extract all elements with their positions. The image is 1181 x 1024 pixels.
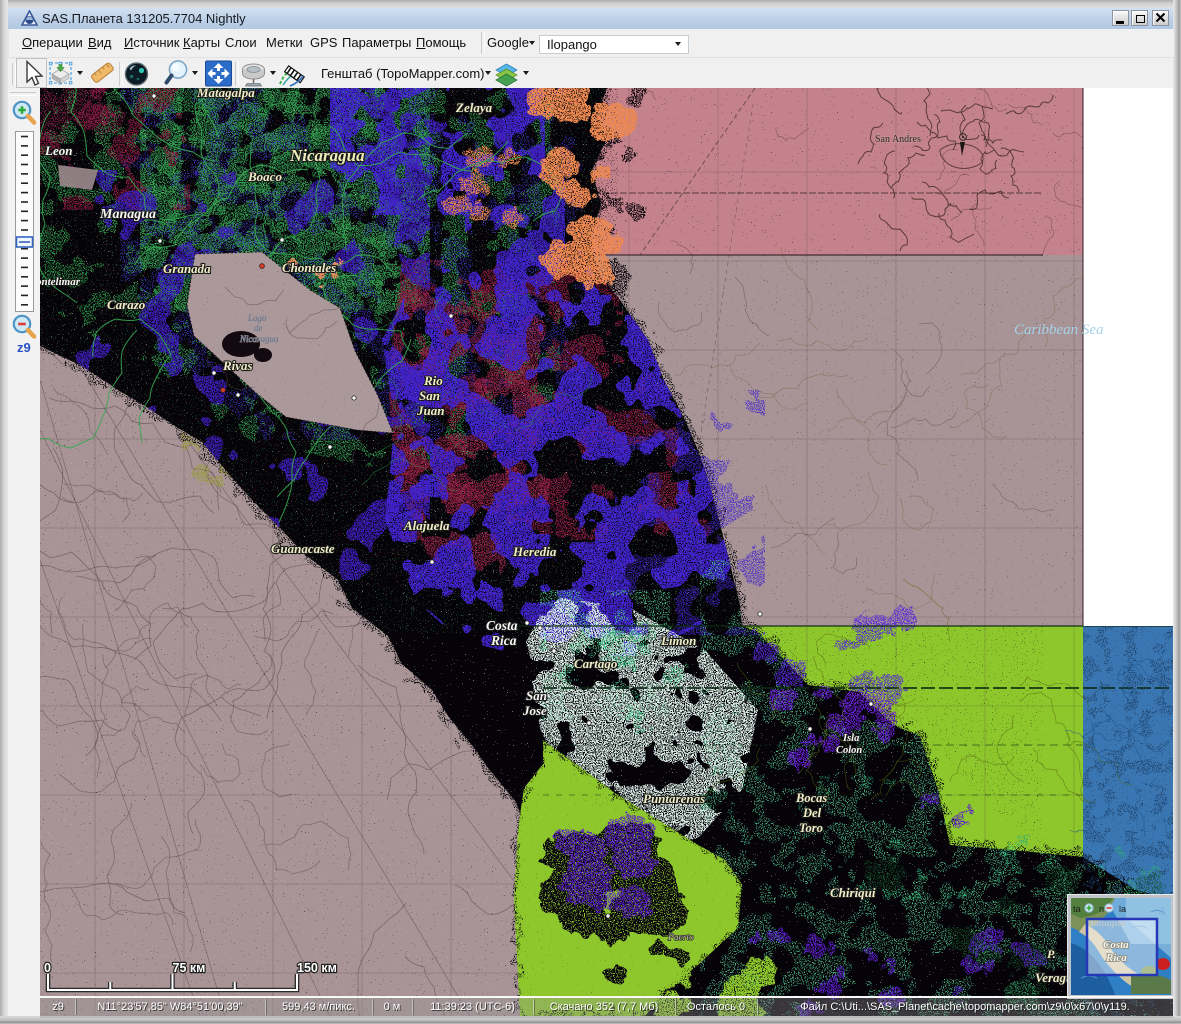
svg-text:Costa: Costa	[1103, 939, 1129, 951]
svg-text:Managua: Managua	[99, 207, 156, 222]
svg-text:150 км: 150 км	[297, 961, 337, 975]
svg-text:Rivas: Rivas	[222, 358, 253, 373]
svg-text:0: 0	[44, 961, 51, 975]
svg-text:3: 3	[1158, 905, 1165, 917]
svg-text:Rica: Rica	[1105, 952, 1127, 964]
svg-text:P.: P.	[1047, 947, 1056, 961]
svg-text:Juan: Juan	[416, 403, 444, 418]
svg-text:Nicaragua: Nicaragua	[289, 146, 365, 165]
svg-text:75 км: 75 км	[173, 961, 206, 975]
svg-text:Matagalpa: Matagalpa	[196, 88, 255, 100]
svg-text:Colon: Colon	[836, 745, 862, 756]
svg-text:Caribbean Sea: Caribbean Sea	[1014, 322, 1104, 338]
svg-text:San Andres: San Andres	[875, 134, 921, 145]
svg-text:de: de	[254, 323, 263, 333]
svg-text:Isla: Isla	[842, 733, 859, 744]
svg-text:Jose: Jose	[522, 703, 547, 718]
svg-text:Costa: Costa	[486, 618, 518, 633]
svg-text:Leon: Leon	[44, 143, 72, 158]
svg-text:Zelaya: Zelaya	[455, 100, 493, 115]
svg-text:San: San	[526, 688, 547, 703]
svg-text:Granada: Granada	[163, 261, 211, 276]
svg-text:Alajuela: Alajuela	[403, 518, 450, 533]
svg-text:Chiriqui: Chiriqui	[830, 885, 876, 900]
svg-text:Boaco: Boaco	[247, 169, 282, 184]
svg-text:Chontales: Chontales	[282, 260, 336, 275]
svg-text:la: la	[1119, 904, 1126, 914]
svg-text:Heredia: Heredia	[512, 544, 557, 559]
svg-text:Rio: Rio	[423, 373, 443, 388]
svg-text:Puerto: Puerto	[667, 933, 694, 943]
svg-text:z9: z9	[17, 340, 31, 355]
svg-text:ontelimar: ontelimar	[40, 276, 81, 288]
svg-text:ta: ta	[1073, 904, 1081, 914]
svg-text:n: n	[1099, 904, 1104, 914]
svg-text:Lago: Lago	[247, 313, 267, 323]
svg-text:San: San	[419, 388, 440, 403]
svg-text:Bocas: Bocas	[795, 791, 827, 805]
svg-text:Toro: Toro	[799, 821, 823, 835]
svg-text:Guanacaste: Guanacaste	[271, 541, 335, 556]
svg-text:Rica: Rica	[490, 633, 517, 648]
svg-text:Del: Del	[802, 806, 822, 820]
svg-text:Limon: Limon	[660, 633, 696, 648]
svg-text:Nicaragua: Nicaragua	[239, 334, 279, 344]
svg-text:Carazo: Carazo	[107, 297, 146, 312]
svg-text:Puntarenas: Puntarenas	[643, 791, 705, 806]
svg-text:Cartago: Cartago	[574, 656, 618, 671]
